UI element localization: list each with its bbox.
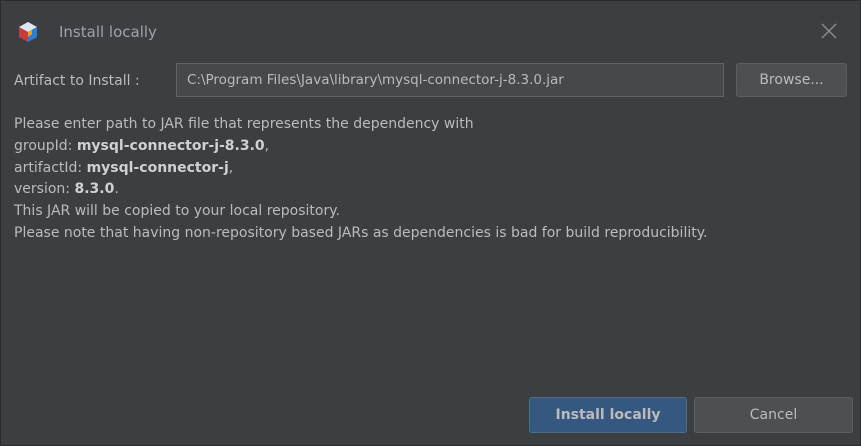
artifact-path-input[interactable] [176, 63, 724, 97]
install-locally-dialog: Install locally Artifact to Install : Br… [0, 0, 861, 446]
group-id-value: mysql-connector-j-8.3.0 [76, 137, 265, 154]
netbeans-cube-icon [17, 21, 39, 43]
artifact-row: Artifact to Install : Browse... [1, 63, 860, 99]
group-id-suffix: , [264, 137, 270, 154]
artifact-id-suffix: , [228, 159, 234, 176]
version-suffix: . [114, 181, 119, 198]
browse-button[interactable]: Browse... [736, 63, 847, 97]
artifact-id-label: artifactId: [14, 159, 87, 176]
version-label: version: [14, 181, 75, 198]
close-icon[interactable] [818, 20, 840, 42]
group-id-label: groupId: [14, 137, 77, 154]
window-title: Install locally [59, 23, 157, 41]
artifact-id-value: mysql-connector-j [86, 159, 229, 176]
artifact-label: Artifact to Install : [14, 73, 140, 89]
button-bar: Install locally Cancel [1, 397, 860, 433]
message-warning: Please note that having non-repository b… [14, 224, 708, 241]
message-copy-note: This JAR will be copied to your local re… [14, 203, 340, 220]
title-bar[interactable]: Install locally [1, 1, 860, 58]
message-group-line: groupId: mysql-connector-j-8.3.0, [14, 136, 707, 158]
version-value: 8.3.0 [74, 181, 115, 198]
info-message: Please enter path to JAR file that repre… [14, 114, 707, 245]
message-intro: Please enter path to JAR file that repre… [14, 116, 474, 132]
install-locally-button[interactable]: Install locally [529, 397, 687, 433]
message-version-line: version: 8.3.0. [14, 179, 707, 201]
cancel-button[interactable]: Cancel [694, 397, 853, 433]
message-artifact-line: artifactId: mysql-connector-j, [14, 158, 707, 180]
